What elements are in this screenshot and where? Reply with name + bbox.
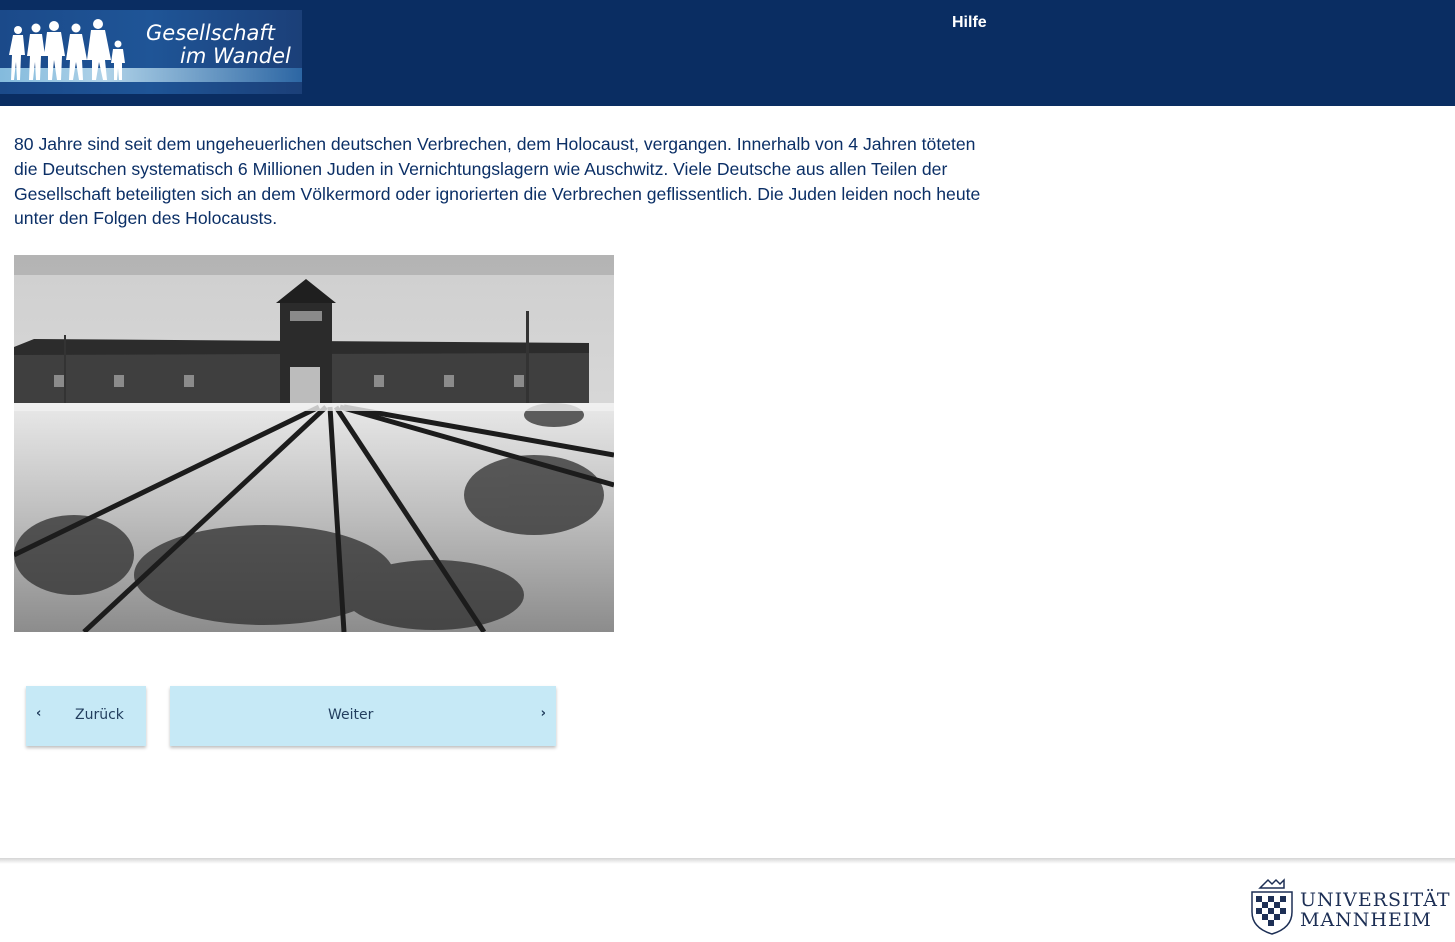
next-button[interactable]: Weiter › [170, 686, 556, 746]
footer-divider [0, 858, 1455, 864]
logo-text: Gesellschaft im Wandel [142, 22, 291, 68]
back-button[interactable]: ‹ Zurück [26, 686, 146, 746]
auschwitz-gate-photo [14, 255, 614, 632]
universitaet-mannheim-logo: UNIVERSITÄT MANNHEIM [1246, 878, 1451, 938]
header-bar: Gesellschaft im Wandel Hilfe [0, 0, 1455, 106]
university-name: UNIVERSITÄT MANNHEIM [1300, 890, 1451, 930]
intro-paragraph: 80 Jahre sind seit dem ungeheuerlichen d… [14, 134, 981, 229]
help-link[interactable]: Hilfe [952, 14, 987, 32]
logo-line-1: Gesellschaft [146, 21, 276, 45]
university-name-line-1: UNIVERSITÄT [1300, 889, 1451, 911]
university-seal-icon [1251, 878, 1293, 935]
university-name-line-2: MANNHEIM [1300, 909, 1432, 931]
chevron-right-icon: › [540, 706, 546, 721]
logo-line-2: im Wandel [180, 44, 291, 68]
people-silhouette-icon [9, 19, 125, 80]
next-button-label: Weiter [328, 707, 374, 723]
back-button-label: Zurück [75, 707, 124, 723]
gesellschaft-im-wandel-logo: Gesellschaft im Wandel [0, 10, 302, 94]
chevron-left-icon: ‹ [36, 706, 42, 721]
